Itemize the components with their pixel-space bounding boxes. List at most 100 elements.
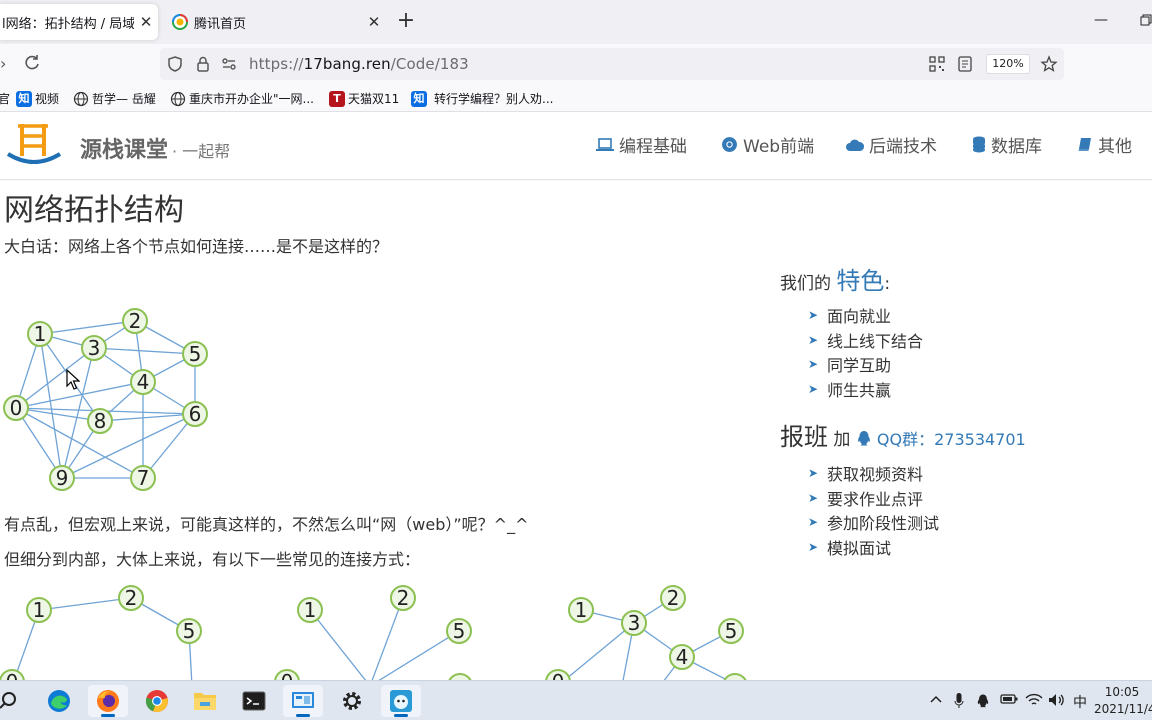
minimize-window-icon[interactable]: — [1094,12,1108,28]
signup-title: 报班 [780,423,828,451]
menu-label: 编程基础 [619,137,687,157]
graph-node: 4 [130,369,156,395]
terminal-icon[interactable] [234,685,274,717]
globe-icon [170,91,186,106]
show-hidden-icons-icon[interactable] [930,693,942,708]
svg-text:1: 1 [575,598,588,622]
qq-penguin-icon [857,431,870,446]
bookmark-item[interactable]: 知 转行学编程？别人劝... [411,90,553,107]
graph-node: 0 [0,669,25,680]
chrome-icon[interactable] [137,685,177,717]
site-tagline: · 一起帮 [172,142,231,161]
settings-icon[interactable] [332,685,372,717]
menu-backend-tech[interactable]: 后端技术 [846,132,937,157]
graph-node: 3 [621,610,647,636]
url-scheme: https:// [249,55,304,73]
database-icon [973,136,985,153]
article-intro: 大白话：网络上各个节点如何连接……是不是这样的？ [4,237,389,256]
graph-node: 4 [669,644,695,670]
arrow-icon: ➤ [808,490,819,505]
svg-text:4: 4 [676,645,689,669]
new-tab-button[interactable]: + [394,10,418,34]
svg-text:5: 5 [189,342,202,366]
bookmark-item[interactable]: 知 视频 [16,90,59,107]
qr-code-icon[interactable] [928,55,946,73]
features-suffix: : [884,274,891,294]
bookmark-label: 重庆市开办企业"一网... [189,92,314,106]
site-logo-icon[interactable] [4,120,64,168]
menu-web-frontend[interactable]: Web前端 [721,132,814,157]
qq-group-link[interactable]: QQ群：273534701 [856,430,1026,449]
svg-text:2: 2 [667,586,680,610]
microphone-icon[interactable] [954,693,964,713]
arrow-icon: ➤ [808,357,819,372]
signup-add: 加 [833,430,851,450]
bookmark-item[interactable]: T 天猫双11 [329,90,399,107]
clock-date: 2021/11/4 [1094,702,1152,716]
ime-app-icon[interactable] [381,685,421,717]
svg-text:1: 1 [33,598,46,622]
svg-text:1: 1 [34,322,47,346]
bookmark-item[interactable]: 哲学— 岳耀 [73,90,156,107]
site-brand[interactable]: 源栈课堂 [80,132,168,164]
svg-text:3: 3 [628,611,641,635]
bookmarks-toolbar: 官 知 视频 哲学— 岳耀 重庆市开办企业"一网... T 天猫双11 知 转行… [0,84,1152,112]
address-bar[interactable]: https://17bang.ren/Code/183 120% [160,48,1064,80]
chrome-icon [722,137,737,152]
firefox-icon[interactable] [88,685,128,717]
search-icon[interactable] [0,685,28,717]
volume-icon[interactable] [1048,693,1066,711]
arrow-icon: ➤ [808,308,819,323]
list-item: ➤ 同学互助 [808,352,923,377]
reader-view-icon[interactable] [956,55,974,73]
file-explorer-icon[interactable] [185,685,225,717]
tab-tencent-home[interactable]: 腾讯首页 ✕ [164,4,386,40]
graph-node: 2 [122,308,148,334]
graph-node: 0 [545,669,571,680]
ime-indicator[interactable]: 中 [1073,692,1087,712]
battery-icon[interactable] [1000,693,1018,709]
system-clock[interactable]: 10:05 2021/11/4 [1094,684,1152,718]
edge-icon[interactable] [39,685,79,717]
site-permissions-icon[interactable] [220,55,238,73]
graph-node: 5 [182,341,208,367]
qq-tray-icon[interactable] [976,693,990,713]
feature-label: 同学互助 [827,356,892,376]
menu-other[interactable]: 其他 [1078,132,1132,157]
signup-heading: 报班 加 QQ群：273534701 [780,417,1026,452]
zhihu-icon: 知 [16,90,32,107]
features-prefix: 我们的 [780,274,831,294]
wifi-icon[interactable] [1025,693,1043,711]
tmall-icon: T [329,90,345,107]
svg-text:0: 0 [552,670,565,680]
list-item: ➤ 线上线下结合 [808,328,923,353]
zoom-level-button[interactable]: 120% [986,54,1030,74]
forward-arrow-icon[interactable]: › [0,54,6,73]
mesh-topology-diagram: 1 2 3 5 4 0 8 6 9 7 [3,308,208,491]
svg-text:9: 9 [56,466,69,490]
graph-node: 5 [176,618,202,644]
bookmark-item[interactable]: 官 [0,90,10,107]
svg-text:0: 0 [281,670,294,680]
graph-node: 7 [130,465,156,491]
bookmark-item[interactable]: 重庆市开办企业"一网... [170,90,314,107]
close-tab-icon[interactable]: ✕ [134,13,158,31]
tab-title: l网络：拓扑结构 / 局域E [2,16,134,32]
feature-label: 面向就业 [827,307,892,327]
url-text[interactable]: https://17bang.ren/Code/183 [249,55,469,73]
svg-text:0: 0 [6,670,19,680]
bookmark-label: 哲学— 岳耀 [92,92,156,106]
reload-icon[interactable] [22,53,42,73]
browser-nav-bar: › https://17bang.ren/Code/183 120% [0,44,1152,84]
bookmark-star-icon[interactable] [1040,55,1058,73]
maximize-window-icon[interactable] [1140,14,1152,30]
tab-network-topology[interactable]: l网络：拓扑结构 / 局域E ✕ [0,4,158,40]
menu-database[interactable]: 数据库 [972,132,1042,157]
menu-programming-basics[interactable]: 编程基础 [596,132,687,157]
lock-icon[interactable] [194,55,212,73]
close-tab-icon[interactable]: ✕ [362,13,386,31]
arrow-icon: ➤ [808,466,819,481]
features-accent: 特色 [836,267,885,295]
control-panel-icon[interactable] [283,685,323,717]
tracking-shield-icon[interactable] [166,55,184,73]
